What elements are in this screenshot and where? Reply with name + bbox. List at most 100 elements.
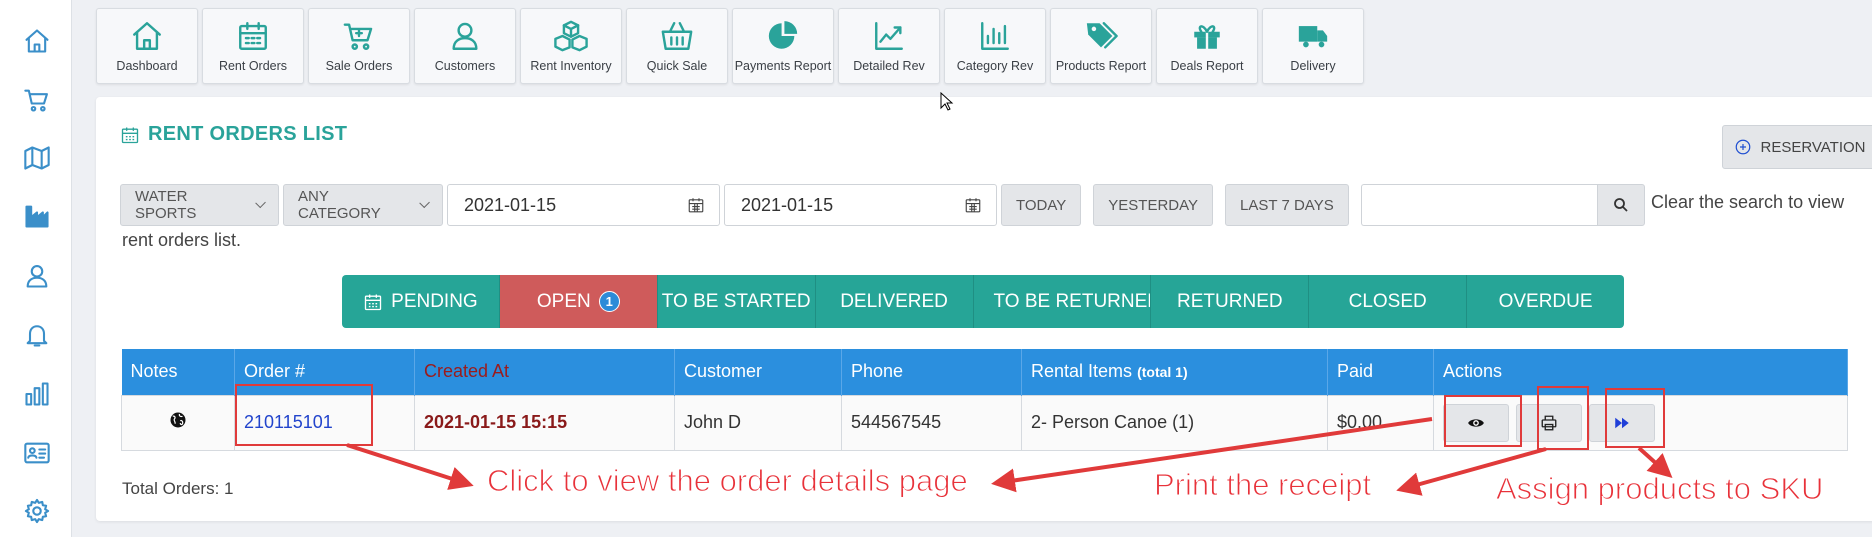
factory-icon[interactable] xyxy=(20,199,54,233)
search-input[interactable] xyxy=(1361,184,1597,226)
header-rental-items[interactable]: Rental Items (total 1) xyxy=(1021,349,1328,395)
page-title: RENT ORDERS LIST xyxy=(120,123,347,146)
search-button[interactable] xyxy=(1597,184,1645,226)
yesterday-button[interactable]: YESTERDAY xyxy=(1093,184,1214,226)
id-card-icon[interactable] xyxy=(20,436,54,470)
date-to-value: 2021-01-15 xyxy=(741,194,834,215)
gear-icon[interactable] xyxy=(20,494,54,528)
tab-pending[interactable]: PENDING xyxy=(342,275,500,328)
bar-chart-icon[interactable] xyxy=(20,377,54,411)
nav-category-rev[interactable]: Category Rev xyxy=(944,8,1046,84)
tab-label: DELIVERED xyxy=(840,290,948,312)
calendar-icon xyxy=(364,294,382,310)
nav-label: Quick Sale xyxy=(646,59,708,73)
nav-label: Deals Report xyxy=(1170,59,1244,73)
date-from-value: 2021-01-15 xyxy=(464,194,557,215)
header-customer[interactable]: Customer xyxy=(674,349,842,395)
line-chart-icon xyxy=(875,22,903,50)
location-dropdown-value: WATER SPORTS xyxy=(135,188,197,222)
header-notes[interactable]: Notes xyxy=(121,349,235,395)
calendar-icon[interactable] xyxy=(687,196,705,214)
date-from-input[interactable]: 2021-01-15 xyxy=(447,184,720,226)
basket-icon xyxy=(661,22,693,50)
nav-label: Dashboard xyxy=(116,59,178,73)
sidebar xyxy=(0,0,72,537)
header-rental-total: (total 1) xyxy=(1137,364,1188,381)
status-tabs: PENDING OPEN 1 TO BE STARTED DELIVERED T… xyxy=(342,275,1624,328)
notes-cell xyxy=(121,394,235,451)
header-paid[interactable]: Paid xyxy=(1327,349,1434,395)
nav-label: Rent Inventory xyxy=(530,59,612,73)
location-dropdown[interactable]: WATER SPORTS xyxy=(120,184,279,226)
search-hint: Clear the search to view xyxy=(1651,192,1845,212)
tab-open[interactable]: OPEN 1 xyxy=(499,275,658,328)
reservation-button[interactable]: RESERVATION xyxy=(1722,125,1872,169)
home-icon xyxy=(133,22,161,50)
user-icon[interactable] xyxy=(20,259,54,293)
annotation-box-view xyxy=(1444,395,1522,447)
plus-circle-icon xyxy=(1736,139,1751,155)
today-button[interactable]: TODAY xyxy=(1001,184,1082,226)
tab-overdue[interactable]: OVERDUE xyxy=(1467,275,1624,328)
nav-label: Customers xyxy=(434,59,496,73)
cart-icon[interactable] xyxy=(20,83,54,117)
nav-quick-sale[interactable]: Quick Sale xyxy=(626,8,728,84)
header-created-at[interactable]: Created At xyxy=(414,349,675,395)
tab-label: CLOSED xyxy=(1348,290,1427,312)
tab-delivered[interactable]: DELIVERED xyxy=(815,275,974,328)
created-at-cell: 2021-01-15 15:15 xyxy=(414,394,675,451)
nav-sale-orders[interactable]: Sale Orders xyxy=(308,8,410,84)
nav-detailed-rev[interactable]: Detailed Rev xyxy=(838,8,940,84)
total-orders: Total Orders: 1 xyxy=(122,479,234,498)
page-title-text: RENT ORDERS LIST xyxy=(148,123,348,145)
category-dropdown-value: ANY CATEGORY xyxy=(298,188,381,222)
calendar-icon xyxy=(239,22,267,50)
tags-icon xyxy=(1086,22,1118,49)
header-phone[interactable]: Phone xyxy=(841,349,1022,395)
tab-label: TO BE STARTED xyxy=(661,290,811,312)
annotation-assign-sku: Assign products to SKU xyxy=(1495,471,1824,507)
category-dropdown[interactable]: ANY CATEGORY xyxy=(283,184,443,226)
mouse-cursor-icon xyxy=(940,92,954,111)
nav-payments-report[interactable]: Payments Report xyxy=(732,8,834,84)
annotation-print-receipt: Print the receipt xyxy=(1153,467,1372,503)
user-icon xyxy=(452,22,478,50)
nav-products-report[interactable]: Products Report xyxy=(1050,8,1152,84)
search-icon xyxy=(1614,198,1628,212)
date-to-input[interactable]: 2021-01-15 xyxy=(724,184,997,226)
nav-rent-orders[interactable]: Rent Orders xyxy=(202,8,304,84)
last-7-days-button[interactable]: LAST 7 DAYS xyxy=(1225,184,1349,226)
annotation-box-print xyxy=(1537,386,1589,450)
nav-rent-inventory[interactable]: Rent Inventory xyxy=(520,8,622,84)
cubes-icon xyxy=(554,20,588,52)
header-rental-label: Rental Items xyxy=(1031,361,1133,382)
globe-icon[interactable] xyxy=(169,411,187,429)
top-navigation: Dashboard Rent Orders Sale Orders Custom… xyxy=(96,8,1364,84)
phone-cell: 544567545 xyxy=(841,394,1022,451)
nav-dashboard[interactable]: Dashboard xyxy=(96,8,198,84)
map-icon[interactable] xyxy=(20,141,54,175)
count-badge: 1 xyxy=(598,291,620,312)
calendar-icon[interactable] xyxy=(964,196,982,214)
nav-customers[interactable]: Customers xyxy=(414,8,516,84)
calendar-icon xyxy=(121,127,139,143)
nav-label: Rent Orders xyxy=(218,59,288,73)
nav-label: Detailed Rev xyxy=(853,59,925,73)
chevron-down-icon xyxy=(418,197,430,209)
bell-icon[interactable] xyxy=(20,318,54,352)
tab-returned[interactable]: RETURNED xyxy=(1151,275,1310,328)
nav-label: Sale Orders xyxy=(325,59,393,73)
search-hint-continued: rent orders list. xyxy=(122,230,242,250)
home-icon[interactable] xyxy=(20,24,54,58)
nav-deals-report[interactable]: Deals Report xyxy=(1156,8,1258,84)
tab-to-be-started[interactable]: TO BE STARTED xyxy=(657,275,816,328)
tab-to-be-returned[interactable]: TO BE RETURNED xyxy=(973,275,1152,328)
tab-label: TO BE RETURNED xyxy=(993,290,1152,312)
tab-closed[interactable]: CLOSED xyxy=(1309,275,1468,328)
nav-delivery[interactable]: Delivery xyxy=(1262,8,1364,84)
search-box xyxy=(1361,184,1645,226)
nav-label: Payments Report xyxy=(734,59,832,73)
rent-orders-card: RENT ORDERS LIST RESERVATION WATER SPORT… xyxy=(96,97,1872,521)
tab-label: PENDING xyxy=(391,290,478,312)
nav-label: Products Report xyxy=(1055,59,1147,73)
